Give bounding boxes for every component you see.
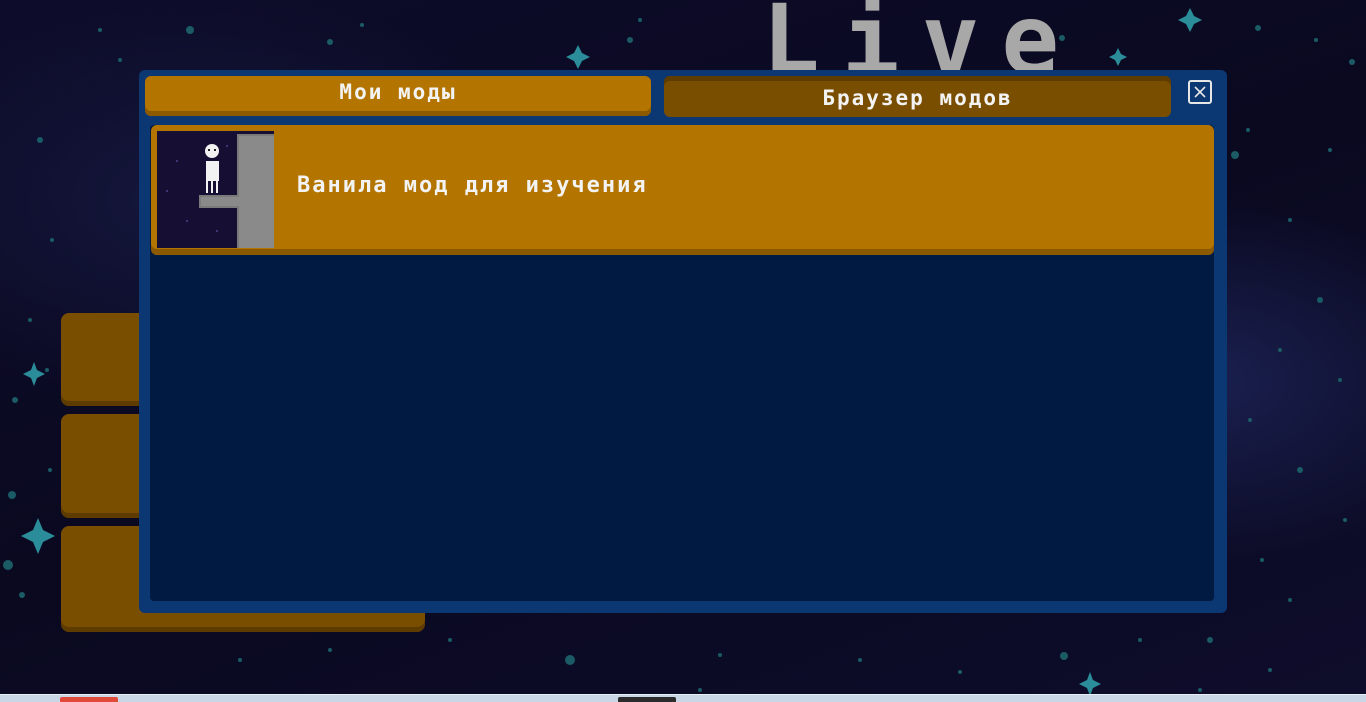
close-button[interactable] xyxy=(1188,80,1212,104)
mod-preview-character-icon xyxy=(157,131,274,248)
mod-thumbnail xyxy=(157,131,274,248)
tab-mod-browser[interactable]: Браузер модов xyxy=(664,76,1171,117)
menu-button-2[interactable] xyxy=(61,414,151,518)
mod-list-item[interactable]: Ванила мод для изучения xyxy=(151,125,1214,255)
os-taskbar xyxy=(0,694,1366,702)
game-screen: Live Мои моды Браузер модов Ванила мод д… xyxy=(0,0,1366,702)
menu-button-1[interactable] xyxy=(61,313,151,406)
close-icon xyxy=(1194,86,1206,98)
tab-my-mods[interactable]: Мои моды xyxy=(145,76,651,116)
taskbar-item[interactable] xyxy=(618,697,676,702)
taskbar-item[interactable] xyxy=(60,697,118,702)
mod-name: Ванила мод для изучения xyxy=(297,173,648,198)
